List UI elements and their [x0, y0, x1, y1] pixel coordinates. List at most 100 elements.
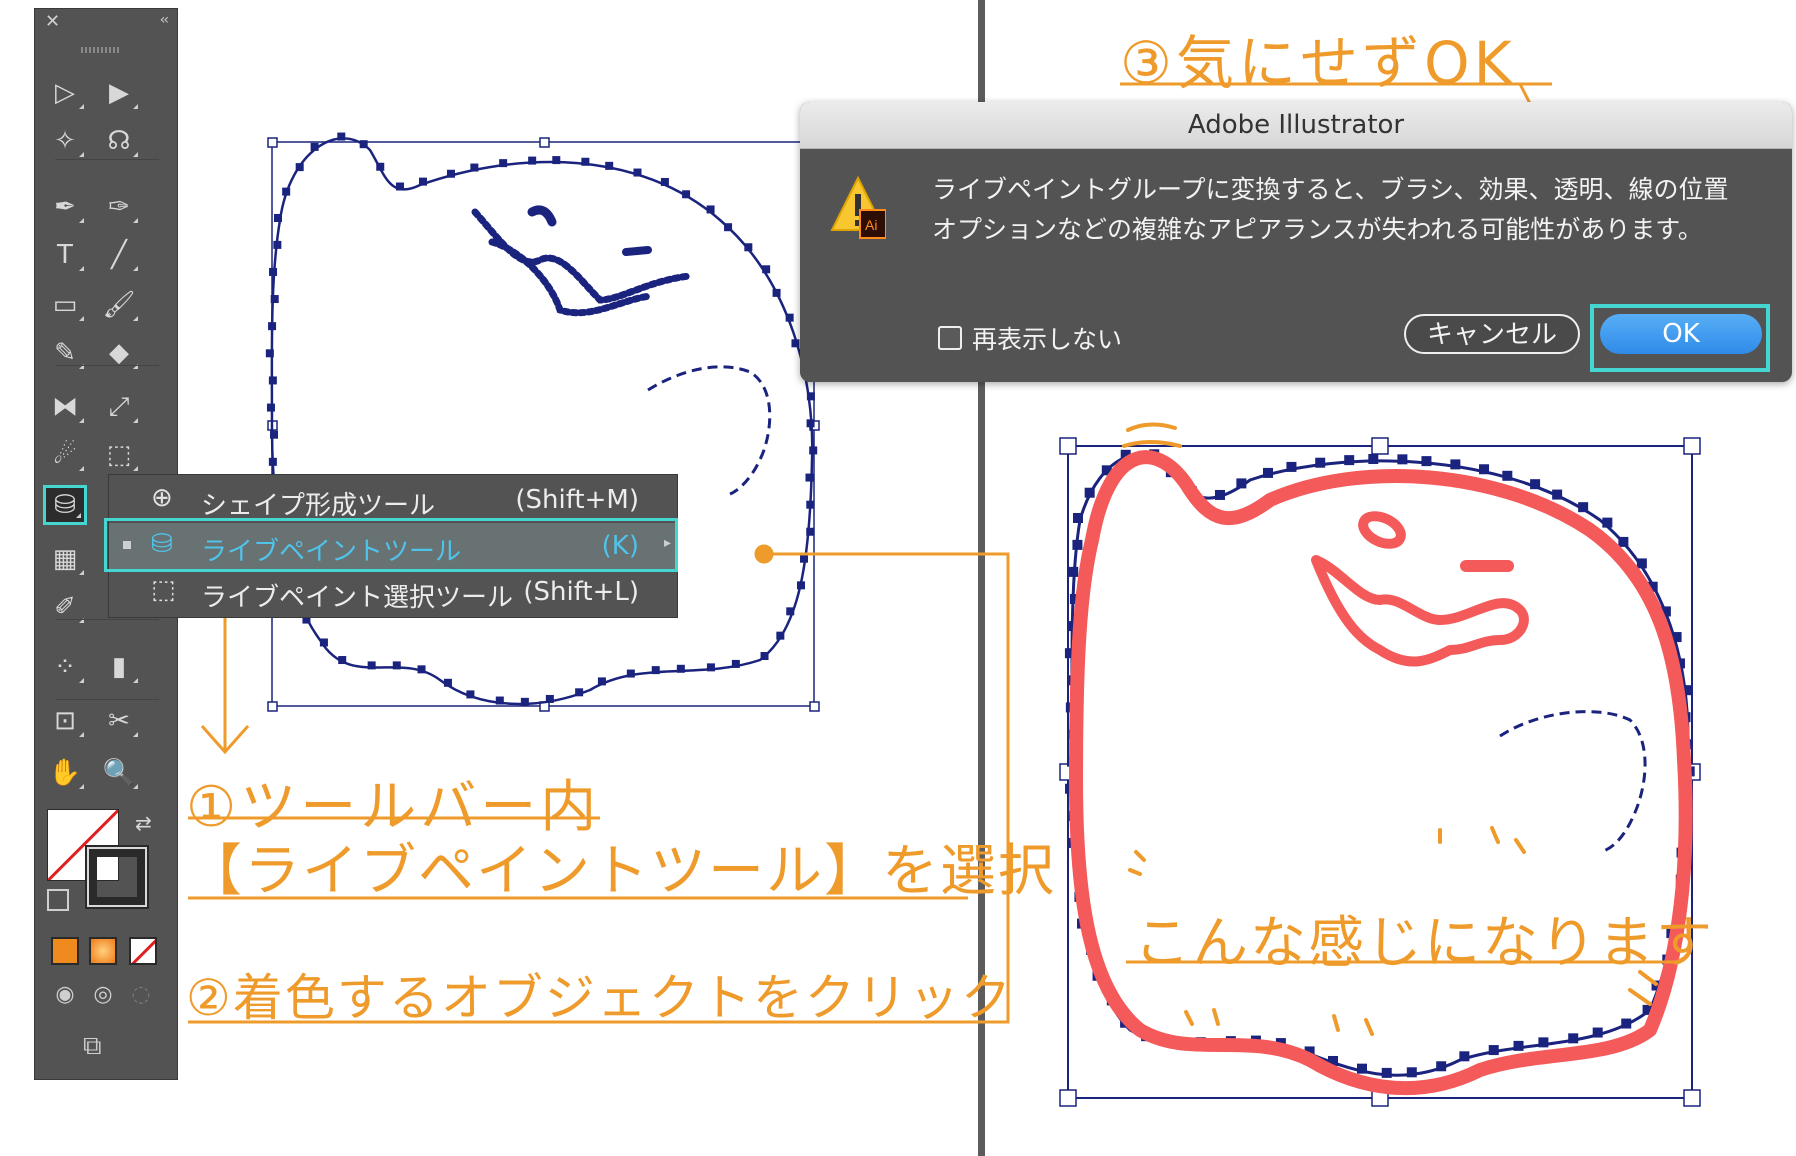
anchor-point [805, 473, 814, 482]
draw-normal-icon[interactable]: ◉ [49, 979, 81, 1011]
right-ghost-arm [1499, 710, 1647, 854]
pen-tool-icon[interactable]: ✒ [43, 187, 87, 227]
screen-mode-icon[interactable]: ⧉ [83, 1031, 102, 1062]
anchor-point [282, 187, 291, 196]
anchor-point [270, 295, 279, 304]
swap-fill-stroke-icon[interactable]: ⇄ [135, 811, 152, 835]
free-transform-tool-icon[interactable]: ⬚ [97, 435, 141, 475]
stroke-swatch[interactable] [85, 845, 149, 909]
zoom-tool-icon[interactable]: 🔍 [97, 753, 141, 793]
anchor-point [268, 322, 277, 331]
anchor-point [443, 678, 452, 687]
right-ghost-object[interactable] [1059, 422, 1701, 1107]
magic-wand-tool-icon[interactable]: ✧ [43, 121, 87, 161]
anchor-point [676, 664, 685, 673]
default-colors-icon[interactable] [47, 889, 69, 911]
anchor-point [1602, 517, 1613, 528]
direct-selection-tool-icon[interactable]: ▶ [97, 73, 141, 113]
menu-item-shape-builder[interactable]: ⊕ シェイプ形成ツール (Shift+M) [109, 477, 677, 523]
anchor-point [772, 288, 781, 297]
color-mode-button[interactable] [51, 937, 79, 965]
result-annotation: こんな感じになります [1134, 911, 1714, 976]
perspective-grid-tool-icon[interactable]: ▦ [43, 539, 87, 579]
anchor-point [724, 223, 733, 232]
panel-separator [55, 619, 159, 620]
anchor-point [731, 659, 740, 668]
draw-inside-icon[interactable]: ◌ [125, 979, 157, 1011]
left-ghost-eye [527, 205, 557, 227]
anchor-point [367, 661, 376, 670]
left-bounding-box [271, 141, 815, 707]
anchor-point [1214, 489, 1225, 500]
dont-show-again-option[interactable]: 再表示しない [938, 320, 1122, 356]
anchor-point [1406, 1067, 1417, 1078]
tools-panel-header: ✕ ‹‹ [35, 9, 177, 39]
collapse-icon[interactable]: ‹‹ [160, 12, 169, 28]
anchor-point [545, 694, 554, 703]
anchor-point [682, 190, 691, 199]
scale-tool-icon[interactable]: ⤢ [97, 387, 141, 427]
anchor-point [295, 163, 304, 172]
anchor-point [273, 240, 282, 249]
none-mode-button[interactable] [129, 937, 157, 965]
draw-behind-icon[interactable]: ◎ [87, 979, 119, 1011]
column-graph-tool-icon[interactable]: ▮ [97, 647, 141, 687]
symbol-sprayer-tool-icon[interactable]: ⁘ [43, 647, 87, 687]
anchor-point [310, 142, 319, 151]
anchor-point [581, 157, 590, 166]
anchor-point [651, 666, 660, 675]
anchor-point [597, 677, 606, 686]
artboard-tool-icon[interactable]: ⊡ [43, 701, 87, 741]
anchor-point [1084, 487, 1095, 498]
anchor-point [762, 265, 771, 274]
anchor-point [319, 638, 328, 647]
close-icon[interactable]: ✕ [45, 11, 60, 32]
dont-show-again-checkbox[interactable] [938, 326, 962, 350]
curvature-tool-icon[interactable]: ✑ [97, 187, 141, 227]
warp-tool-icon[interactable]: ☄ [43, 435, 87, 475]
line-segment-tool-icon[interactable]: ╱ [97, 235, 141, 275]
anchor-point [785, 313, 794, 322]
paintbrush-tool-icon[interactable]: 🖌 [97, 285, 141, 325]
left-ghost-mouth [471, 208, 694, 317]
eraser-tool-icon[interactable]: ◆ [97, 333, 141, 373]
anchor-point [806, 527, 815, 536]
menu-item-live-paint-selection[interactable]: ⬚ ライブペイント選択ツール (Shift+L) [109, 569, 677, 615]
anchor-point [1344, 455, 1355, 466]
anchor-point [1315, 457, 1326, 468]
anchor-point [495, 696, 504, 705]
rectangle-tool-icon[interactable]: ▭ [43, 285, 87, 325]
anchor-point [359, 140, 368, 149]
dialog-message-line: オプションなどの複雑なアピアランスが失われる可能性があります。 [932, 215, 1703, 244]
dialog-message: ライブペイントグループに変換すると、ブラシ、効果、透明、線の位置 オプションなど… [932, 170, 1772, 250]
anchor-point [1552, 489, 1563, 500]
gradient-mode-button[interactable] [89, 937, 117, 965]
anchor-point [1236, 478, 1247, 489]
live-paint-bucket-tool-icon[interactable]: ⛁ [43, 485, 87, 525]
selection-tool-icon[interactable]: ▷ [43, 73, 87, 113]
anchor-point [1436, 1061, 1447, 1072]
menu-item-label: ライブペイント選択ツール [201, 583, 514, 613]
live-paint-outline [1069, 450, 1693, 1096]
hand-tool-icon[interactable]: ✋ [43, 753, 87, 793]
lasso-tool-icon[interactable]: ☊ [97, 121, 141, 161]
cancel-button[interactable]: キャンセル [1404, 314, 1580, 354]
reflect-tool-icon[interactable]: ⧓ [43, 387, 87, 427]
live-paint-highlight-box [104, 518, 678, 572]
eyedropper-tool-icon[interactable]: ✐ [43, 587, 87, 627]
anchor-point [274, 214, 282, 222]
anchor-point [633, 168, 642, 177]
slice-tool-icon[interactable]: ✂ [97, 701, 141, 741]
panel-grip-handle[interactable] [81, 47, 121, 53]
anchor-point [1459, 1051, 1470, 1062]
anchor-point [1479, 464, 1490, 475]
anchor-point [660, 177, 669, 186]
anchor-point [626, 669, 635, 678]
dialog-message-line: ライブペイントグループに変換すると、ブラシ、効果、透明、線の位置 [932, 175, 1729, 204]
panel-separator [55, 699, 159, 700]
anchor-point [265, 349, 274, 358]
type-tool-icon[interactable]: T [43, 235, 87, 275]
shaper-tool-icon[interactable]: ✎ [43, 333, 87, 373]
left-ghost-object[interactable] [265, 132, 820, 712]
anchor-point [392, 661, 401, 670]
